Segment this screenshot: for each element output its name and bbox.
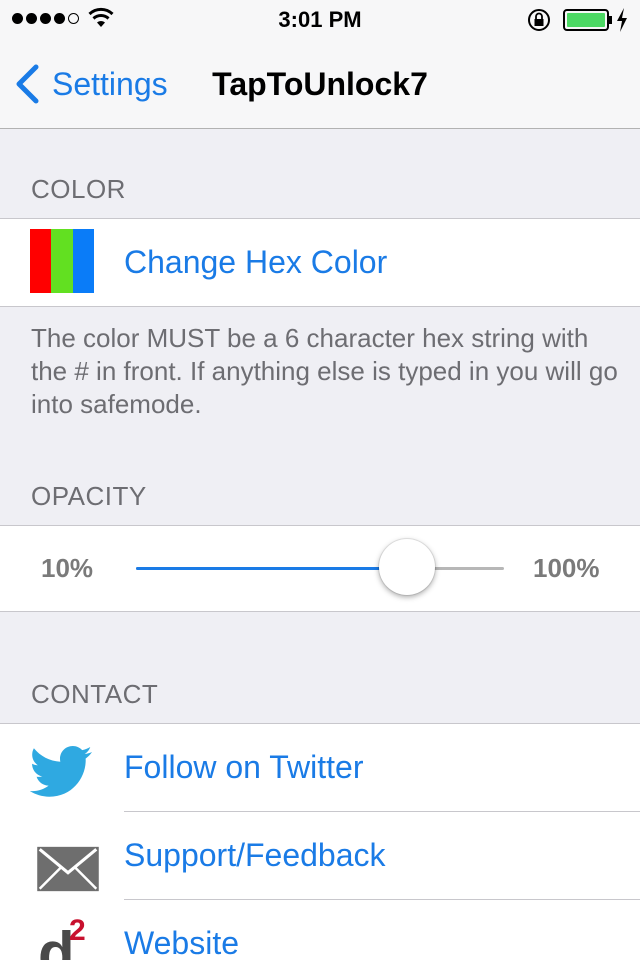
- website-label: Website: [124, 925, 240, 960]
- change-hex-color-cell[interactable]: Change Hex Color: [0, 219, 640, 306]
- twitter-bird-icon: [30, 746, 92, 797]
- opacity-slider-fill: [136, 567, 407, 570]
- color-group: Change Hex Color: [0, 218, 640, 307]
- follow-twitter-cell[interactable]: Follow on Twitter: [0, 724, 640, 812]
- charging-icon: [617, 8, 627, 32]
- support-feedback-label: Support/Feedback: [124, 837, 386, 873]
- envelope-icon: [37, 846, 99, 892]
- opacity-group: 10% 100%: [0, 525, 640, 612]
- svg-text:2: 2: [69, 914, 86, 947]
- follow-twitter-label: Follow on Twitter: [124, 749, 364, 785]
- website-cell[interactable]: d 2 Website: [0, 900, 640, 960]
- settings-screen: 3:01 PM Settings TapToUnlock7 COLOR Chan…: [0, 0, 640, 960]
- navigation-bar: Settings TapToUnlock7: [0, 40, 640, 129]
- slider-min-label: 10%: [41, 553, 94, 583]
- change-hex-color-label: Change Hex Color: [124, 244, 388, 280]
- support-feedback-cell[interactable]: Support/Feedback: [0, 812, 640, 900]
- opacity-slider-thumb[interactable]: [378, 539, 435, 595]
- page-title: TapToUnlock7: [212, 66, 428, 102]
- d2-logo-icon: d 2: [38, 914, 86, 960]
- contact-group: Follow on Twitter Support/Feedback d 2 W…: [0, 723, 640, 960]
- slider-max-label: 100%: [533, 553, 600, 583]
- opacity-slider-track[interactable]: [136, 567, 504, 570]
- battery-icon: [563, 9, 612, 31]
- color-footer-note: The color MUST be a 6 character hex stri…: [31, 323, 618, 419]
- top-bar: 3:01 PM Settings TapToUnlock7: [0, 0, 640, 129]
- section-header-opacity: OPACITY: [31, 481, 147, 511]
- section-header-contact: CONTACT: [31, 679, 159, 709]
- orientation-lock-icon: [528, 9, 550, 31]
- color-swatch-icon: [30, 229, 94, 293]
- section-header-color: COLOR: [31, 174, 126, 204]
- status-bar: 3:01 PM: [0, 0, 640, 40]
